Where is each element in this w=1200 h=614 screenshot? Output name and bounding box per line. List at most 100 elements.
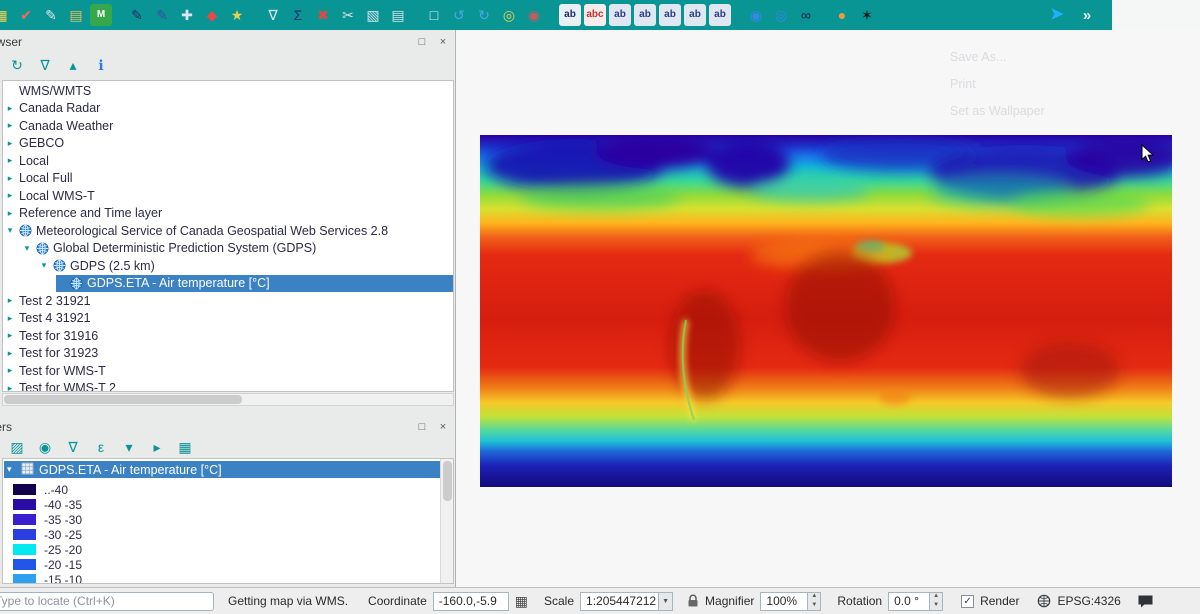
chevron-right-icon[interactable]: ▸	[5, 138, 15, 149]
chevron-right-icon[interactable]: ▸	[5, 330, 15, 341]
undo-icon[interactable]: ↺	[448, 4, 470, 26]
tree-item[interactable]: ▾ Meteorological Service of Canada Geosp…	[5, 222, 453, 240]
decoration-star-icon[interactable]: ★	[226, 4, 248, 26]
chevron-down-icon[interactable]: ▾	[22, 243, 32, 254]
chevron-right-icon[interactable]: ▸	[5, 348, 15, 359]
layers-vertical-scrollbar[interactable]	[440, 459, 453, 583]
label-rotate-icon[interactable]: ab	[634, 4, 656, 26]
toolbar-overflow-icon[interactable]: »	[1076, 4, 1098, 26]
tree-item[interactable]: ▾ Global Deterministic Prediction System…	[22, 240, 453, 258]
active-layer-row[interactable]: ▾ GDPS.ETA - Air temperature [°C]	[4, 461, 452, 478]
tree-item[interactable]: ▸Test for 31923	[5, 345, 453, 363]
scale-combobox[interactable]: 1:205447212 ▼	[580, 592, 673, 611]
label-pin-icon[interactable]: ab	[659, 4, 681, 26]
cut-features-icon[interactable]: ✂	[337, 4, 359, 26]
chevron-right-icon[interactable]: ▸	[5, 155, 15, 166]
scrollbar-thumb[interactable]	[4, 395, 242, 404]
collapse-all-icon[interactable]: ▴	[64, 56, 82, 74]
tree-item[interactable]: ▸Test 4 31921	[5, 310, 453, 328]
chevron-right-icon[interactable]: ▸	[5, 103, 15, 114]
spin-up-icon[interactable]: ▲	[930, 593, 942, 602]
coordinate-input[interactable]: -160.0,-5.9	[433, 592, 509, 611]
web-globe-icon[interactable]: ◉	[745, 4, 767, 26]
tree-item[interactable]: WMS/WMTS	[5, 82, 453, 100]
close-panel-icon[interactable]: ×	[436, 35, 450, 49]
paste-features-icon[interactable]: ▤	[387, 4, 409, 26]
map-image[interactable]	[480, 135, 1172, 487]
binoculars-icon[interactable]: ∞	[795, 4, 817, 26]
tree-item[interactable]: ▸Test 2 31921	[5, 292, 453, 310]
plugin-bug-icon[interactable]: ✶	[856, 4, 878, 26]
chevron-right-icon[interactable]: ▸	[5, 383, 15, 392]
magnifier-value[interactable]: 100%	[760, 592, 808, 611]
options-pencil-icon[interactable]: ✎	[40, 4, 62, 26]
model-designer-icon[interactable]: M	[90, 4, 112, 26]
spin-up-icon[interactable]: ▲	[808, 593, 820, 602]
chevron-right-icon[interactable]: ▸	[5, 173, 15, 184]
rotation-spinbox[interactable]: 0.0 ° ▲▼	[888, 592, 943, 611]
extent-icon[interactable]: ▦	[515, 593, 528, 610]
move-feature-icon[interactable]: ✚	[176, 4, 198, 26]
tree-item[interactable]: ▸GEBCO	[5, 135, 453, 153]
chevron-down-icon[interactable]: ▼	[658, 592, 673, 611]
locate-search-input[interactable]: Type to locate (Ctrl+K)	[0, 592, 214, 611]
chevron-right-icon[interactable]: ▸	[5, 295, 15, 306]
chevron-right-icon[interactable]: ▸	[5, 365, 15, 376]
delete-selected-icon[interactable]: ✖	[312, 4, 334, 26]
chevron-down-icon[interactable]: ▾	[5, 225, 15, 236]
lock-icon[interactable]	[687, 594, 699, 608]
label-abc-icon[interactable]: abc	[584, 4, 606, 26]
tree-item[interactable]: ▸Test for 31916	[5, 327, 453, 345]
label-change-icon[interactable]: ab	[709, 4, 731, 26]
browser-horizontal-scrollbar[interactable]	[2, 393, 454, 406]
copy-features-icon[interactable]: ▧	[362, 4, 384, 26]
label-show-icon[interactable]: ab	[684, 4, 706, 26]
chevron-right-icon[interactable]: ▸	[5, 313, 15, 324]
digitizing-pen-icon[interactable]: ✎	[126, 4, 148, 26]
redo-icon[interactable]: ↻	[473, 4, 495, 26]
tree-item[interactable]: ▾ GDPS (2.5 km)	[39, 257, 453, 275]
tree-item[interactable]: ▸Test for WMS-T	[5, 362, 453, 380]
float-panel-icon[interactable]: □	[415, 420, 429, 434]
expand-all-icon[interactable]: ▾	[120, 438, 138, 456]
remove-layer-icon[interactable]: ▦	[176, 438, 194, 456]
tree-item[interactable]: ▸Test for WMS-T 2	[5, 380, 453, 393]
data-source-manager-icon[interactable]: ▦	[0, 4, 12, 26]
tree-item[interactable]: ▸Canada Radar	[5, 100, 453, 118]
float-panel-icon[interactable]: □	[415, 35, 429, 49]
chevron-right-icon[interactable]: ▸	[5, 120, 15, 131]
metasearch-globe-icon[interactable]: ◎	[770, 4, 792, 26]
render-checkbox[interactable]: ✓	[961, 595, 974, 608]
map-view[interactable]: Save As...PrintSet as Wallpaper	[457, 30, 1200, 587]
filter-icon[interactable]: ∇	[262, 4, 284, 26]
chevron-down-icon[interactable]: ▾	[7, 464, 16, 475]
chevron-down-icon[interactable]: ▾	[39, 260, 49, 271]
rotation-value[interactable]: 0.0 °	[888, 592, 930, 611]
tree-item[interactable]: ▸Reference and Time layer	[5, 205, 453, 223]
chevron-right-icon[interactable]: ▸	[5, 190, 15, 201]
scale-value[interactable]: 1:205447212	[580, 592, 658, 611]
statistics-sum-icon[interactable]: Σ	[287, 4, 309, 26]
toolbar-expand-arrow-icon[interactable]: ➤	[1046, 4, 1068, 26]
spin-down-icon[interactable]: ▼	[930, 601, 942, 610]
osm-plugin-icon[interactable]: ●	[831, 4, 853, 26]
spin-down-icon[interactable]: ▼	[808, 601, 820, 610]
crs-globe-icon[interactable]	[1037, 594, 1051, 608]
crs-status[interactable]: EPSG:4326	[1057, 594, 1120, 608]
properties-info-icon[interactable]: ℹ	[92, 56, 110, 74]
refresh-icon[interactable]: ↻	[8, 56, 26, 74]
messages-bubble-icon[interactable]	[1137, 594, 1154, 609]
filter-legend-icon[interactable]: ∇	[64, 438, 82, 456]
tree-item[interactable]: ▸Local WMS-T	[5, 187, 453, 205]
highlight-marker-icon[interactable]: ◆	[201, 4, 223, 26]
topology-checker-icon[interactable]: ✔	[15, 4, 37, 26]
new-page-icon[interactable]: □	[423, 4, 445, 26]
snapping-icon[interactable]: ◉	[523, 4, 545, 26]
map-themes-icon[interactable]: ◉	[36, 438, 54, 456]
tree-item[interactable]: ▸Local	[5, 152, 453, 170]
close-panel-icon[interactable]: ×	[436, 420, 450, 434]
chevron-right-icon[interactable]: ▸	[5, 208, 15, 219]
label-move-icon[interactable]: ab	[609, 4, 631, 26]
filter-expression-icon[interactable]: ε	[92, 438, 110, 456]
annotation-pen-icon[interactable]: ✎	[151, 4, 173, 26]
